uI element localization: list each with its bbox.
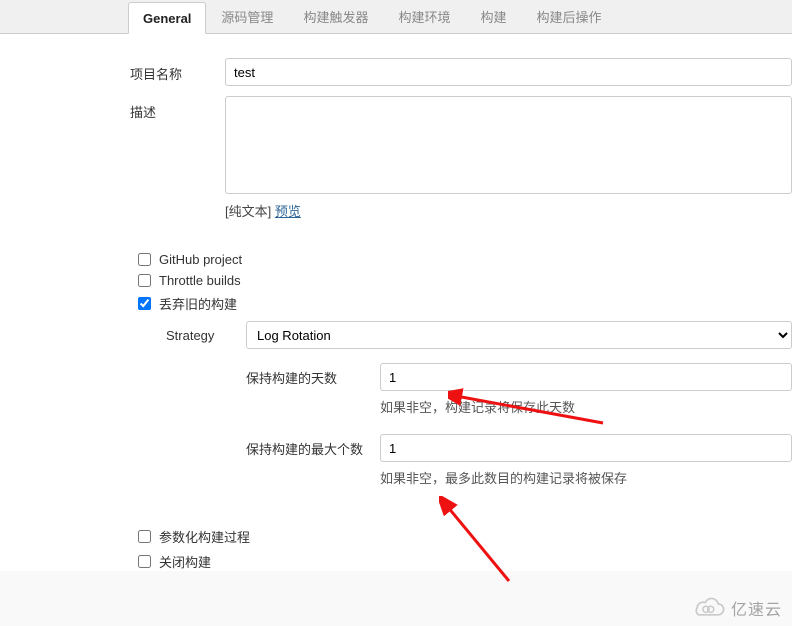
watermark-text: 亿速云 [731,596,782,620]
plain-text-label: [纯文本] [225,204,275,219]
discard-old-builds-label: 丢弃旧的构建 [159,294,237,313]
disable-build-label: 关闭构建 [159,552,211,571]
max-builds-hint: 如果非空，最多此数目的构建记录将被保存 [380,468,792,487]
watermark: 亿速云 [691,596,782,620]
max-builds-label: 保持构建的最大个数 [246,439,380,458]
tab-post[interactable]: 构建后操作 [521,0,616,33]
max-builds-input[interactable] [380,434,792,462]
cloud-icon [691,597,725,619]
github-project-label: GitHub project [159,252,242,267]
tab-scm[interactable]: 源码管理 [206,0,288,33]
tabs-bar: General 源码管理 构建触发器 构建环境 构建 构建后操作 [0,0,792,34]
days-to-keep-input[interactable] [380,363,792,391]
throttle-builds-checkbox[interactable] [138,274,151,287]
github-project-checkbox[interactable] [138,253,151,266]
days-to-keep-label: 保持构建的天数 [246,368,380,387]
parameterized-build-label: 参数化构建过程 [159,527,250,546]
strategy-select[interactable]: Log Rotation [246,321,792,349]
throttle-builds-label: Throttle builds [159,273,241,288]
parameterized-build-row[interactable]: 参数化构建过程 [138,527,792,546]
preview-link[interactable]: 预览 [275,204,301,219]
throttle-builds-row[interactable]: Throttle builds [138,273,792,288]
discard-old-builds-row[interactable]: 丢弃旧的构建 [138,294,792,313]
days-to-keep-hint: 如果非空，构建记录将保存此天数 [380,397,792,416]
description-textarea[interactable] [225,96,792,194]
discard-old-builds-checkbox[interactable] [138,297,151,310]
tab-triggers[interactable]: 构建触发器 [288,0,383,33]
general-panel: 项目名称 描述 [纯文本] 预览 GitHub project Throttle… [0,34,792,571]
parameterized-build-checkbox[interactable] [138,530,151,543]
description-label: 描述 [130,96,225,121]
strategy-label: Strategy [166,328,246,343]
project-name-label: 项目名称 [130,58,225,83]
tab-build[interactable]: 构建 [465,0,521,33]
disable-build-row[interactable]: 关闭构建 [138,552,792,571]
strategy-row: Strategy Log Rotation [166,321,792,349]
disable-build-checkbox[interactable] [138,555,151,568]
project-name-input[interactable] [225,58,792,86]
tab-general[interactable]: General [128,2,206,34]
github-project-row[interactable]: GitHub project [138,252,792,267]
tab-env[interactable]: 构建环境 [383,0,465,33]
